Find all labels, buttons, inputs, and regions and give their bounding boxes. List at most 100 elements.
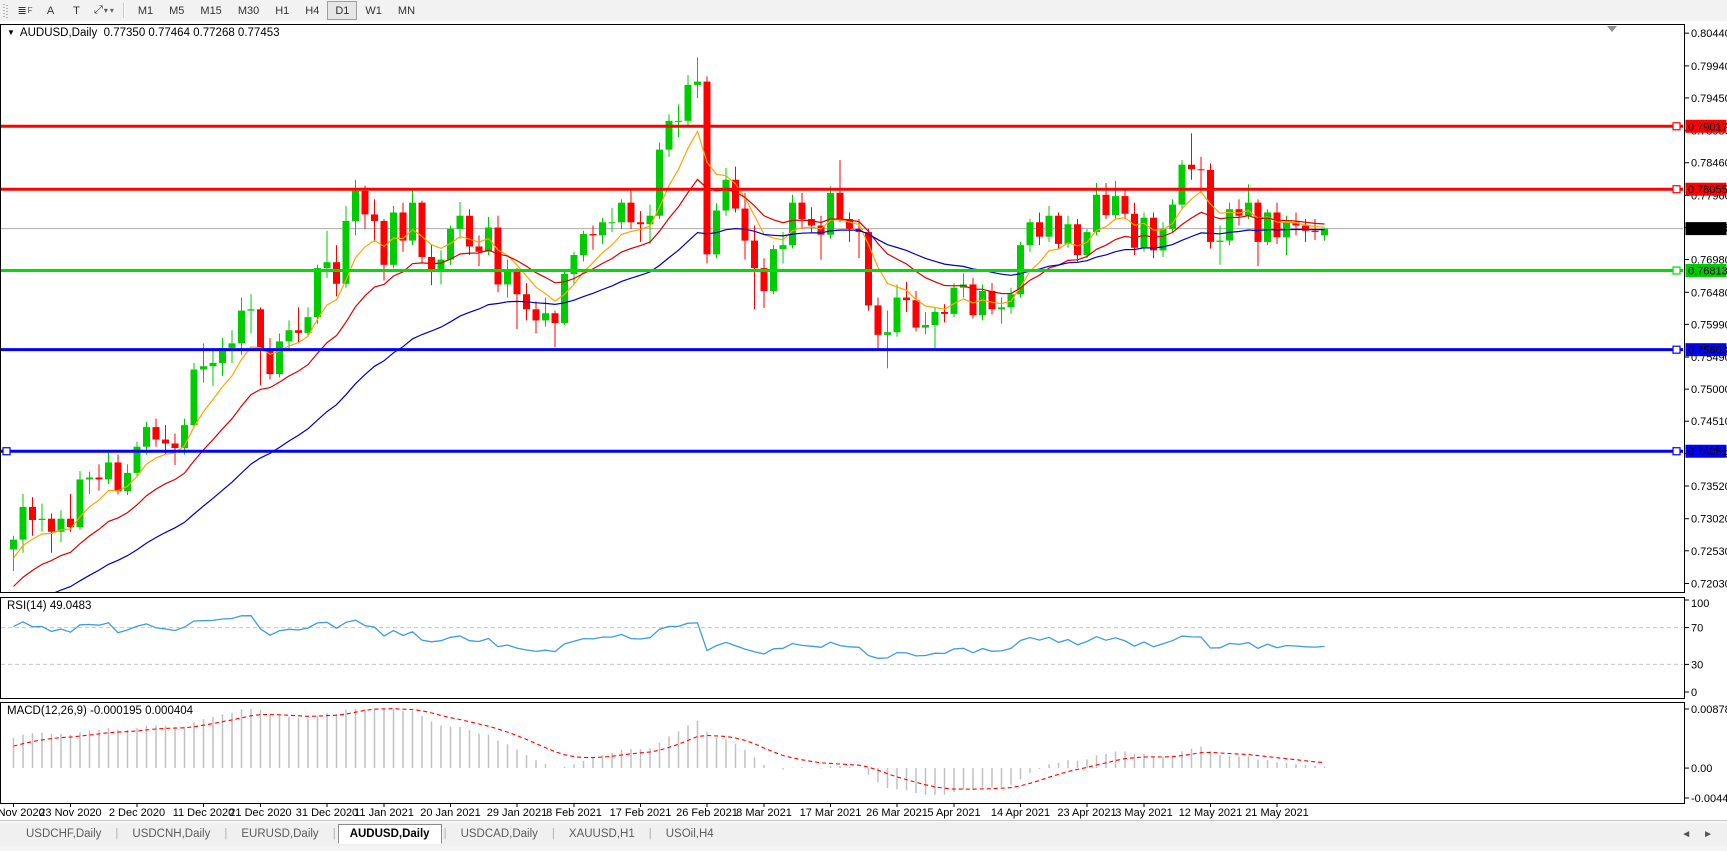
timeframe-button-m1[interactable]: M1 — [130, 1, 161, 20]
candle-bear — [798, 202, 806, 220]
date-label: 17 Mar 2021 — [800, 807, 862, 819]
chart-canvas[interactable]: 0.804400.799400.794500.789500.784600.779… — [0, 21, 1727, 820]
bottom-strip — [0, 846, 1727, 851]
price-tick-label: 0.79450 — [1691, 93, 1727, 105]
candle-bull — [779, 245, 787, 250]
date-label: 13 Nov 2020 — [0, 807, 45, 819]
arrow-objects-icon[interactable]: ⤢ ▾ ▾ — [91, 2, 117, 19]
chart-shift-marker-icon[interactable] — [1607, 26, 1617, 32]
main-price-panel[interactable] — [1, 57, 1684, 612]
panel-border — [0, 24, 1685, 593]
line-handle[interactable] — [1672, 447, 1681, 456]
candle-bull — [247, 309, 255, 311]
candle-bear — [865, 232, 872, 306]
date-label: 31 Dec 2020 — [296, 807, 358, 819]
date-label: 26 Feb 2021 — [676, 807, 738, 819]
candle-bull — [209, 362, 217, 367]
chart-title: ▼ AUDUSD,Daily 0.77350 0.77464 0.77268 0.… — [7, 27, 280, 39]
macd-tick-label: -0.004451 — [1691, 793, 1727, 805]
timeframe-button-w1[interactable]: W1 — [357, 1, 390, 20]
candle-bear — [1055, 215, 1062, 244]
candle-bull — [1216, 240, 1224, 242]
timeframe-button-mn[interactable]: MN — [390, 1, 423, 20]
rsi-panel[interactable] — [1, 615, 1684, 665]
chart-tab-eurusd[interactable]: EURUSD,Daily — [229, 824, 330, 844]
price-tick-label: 0.76480 — [1691, 287, 1727, 299]
timeframe-button-m30[interactable]: M30 — [230, 1, 267, 20]
candle-bull — [409, 202, 416, 241]
chart-tab-usdcad[interactable]: USDCAD,Daily — [449, 824, 550, 844]
price-tick-label: 0.72030 — [1691, 578, 1727, 590]
text-label-icon[interactable]: T — [65, 2, 89, 19]
rsi-tick-label: 70 — [1691, 623, 1703, 635]
font-icon[interactable]: A — [39, 2, 63, 19]
candle-bull — [190, 369, 198, 426]
moving-average-mid-ma — [13, 178, 1325, 587]
tab-separator: | — [332, 828, 336, 840]
chart-tab-bar: USDCHF,Daily | USDCNH,Daily | EURUSD,Daily | A… — [0, 820, 1727, 847]
candle-bull — [1140, 217, 1148, 248]
chart-symbol-period: AUDUSD,Daily — [19, 27, 98, 39]
price-tick-label: 0.74510 — [1691, 416, 1727, 428]
panel-border — [0, 597, 1685, 699]
line-handle[interactable] — [1672, 122, 1681, 131]
macd-tick-label: 0.00 — [1691, 763, 1712, 775]
date-label: 11 Jan 2021 — [354, 807, 414, 819]
candle-bear — [466, 215, 473, 247]
line-handle[interactable] — [1672, 266, 1681, 275]
candle-bear — [1311, 230, 1319, 233]
tab-separator: | — [648, 828, 652, 840]
toolbar-grip-icon[interactable] — [3, 3, 8, 18]
price-tick-label: 0.79940 — [1691, 61, 1727, 73]
chart-tab-usoil[interactable]: USOil,H4 — [654, 824, 726, 844]
candle-bear — [741, 208, 749, 241]
chart-grid-f-icon[interactable]: ≣ F — [13, 2, 37, 19]
timeframe-button-m5[interactable]: M5 — [161, 1, 192, 20]
candle-bull — [580, 234, 587, 255]
candle-bull — [238, 310, 245, 344]
candle-bull — [893, 297, 901, 333]
line-handle[interactable] — [2, 447, 11, 456]
line-handle[interactable] — [1672, 185, 1681, 194]
tab-scroll-right-icon[interactable]: ► — [1703, 829, 1713, 840]
candle-bull — [200, 366, 207, 370]
price-tick-label: 0.78460 — [1691, 158, 1727, 170]
candle-bear — [95, 477, 103, 480]
macd-panel[interactable] — [12, 708, 1326, 795]
candle-bull — [950, 287, 958, 314]
chart-tab-usdchf[interactable]: USDCHF,Daily — [14, 824, 113, 844]
date-label: 8 Mar 2021 — [736, 807, 792, 819]
timeframe-button-h4[interactable]: H4 — [297, 1, 327, 20]
candle-bull — [998, 307, 1005, 310]
tab-scroll-left-icon[interactable]: ◄ — [1681, 829, 1691, 840]
candle-bull — [19, 506, 27, 540]
price-tick-label: 0.73020 — [1691, 514, 1727, 526]
chart-tab-usdcnh[interactable]: USDCNH,Daily — [120, 824, 222, 844]
timeframe-button-d1[interactable]: D1 — [327, 1, 358, 20]
line-handle[interactable] — [1672, 345, 1681, 354]
chart-tab-audusd[interactable]: AUDUSD,Daily — [337, 824, 442, 844]
candle-bull — [542, 313, 549, 321]
chart-tab-xauusd[interactable]: XAUUSD,H1 — [557, 824, 647, 844]
candle-bull — [789, 202, 796, 246]
chart-title-dropdown-icon[interactable]: ▼ — [7, 28, 15, 37]
candle-bear — [751, 240, 758, 269]
candle-bear — [1188, 164, 1195, 170]
candle-bull — [1245, 202, 1252, 216]
candle-bear — [836, 192, 844, 220]
date-label: 29 Jan 2021 — [487, 807, 548, 819]
tab-nav-arrows: ◄ ► — [1681, 829, 1713, 840]
candle-bear — [1074, 224, 1081, 255]
timeframe-button-m15[interactable]: M15 — [192, 1, 229, 20]
chart-area: 0.804400.799400.794500.789500.784600.779… — [0, 21, 1727, 820]
price-axis: 0.804400.799400.794500.789500.784600.779… — [1684, 28, 1727, 805]
candle-bull — [931, 311, 939, 326]
candle-bull — [618, 202, 625, 223]
date-label: 21 May 2021 — [1245, 807, 1309, 819]
timeframe-button-h1[interactable]: H1 — [267, 1, 297, 20]
date-label: 21 Dec 2020 — [229, 807, 291, 819]
candle-bear — [114, 462, 122, 492]
candle-bear — [1150, 217, 1157, 251]
price-badge-label: 0.77453 — [1688, 224, 1727, 236]
candle-bull — [124, 472, 131, 492]
